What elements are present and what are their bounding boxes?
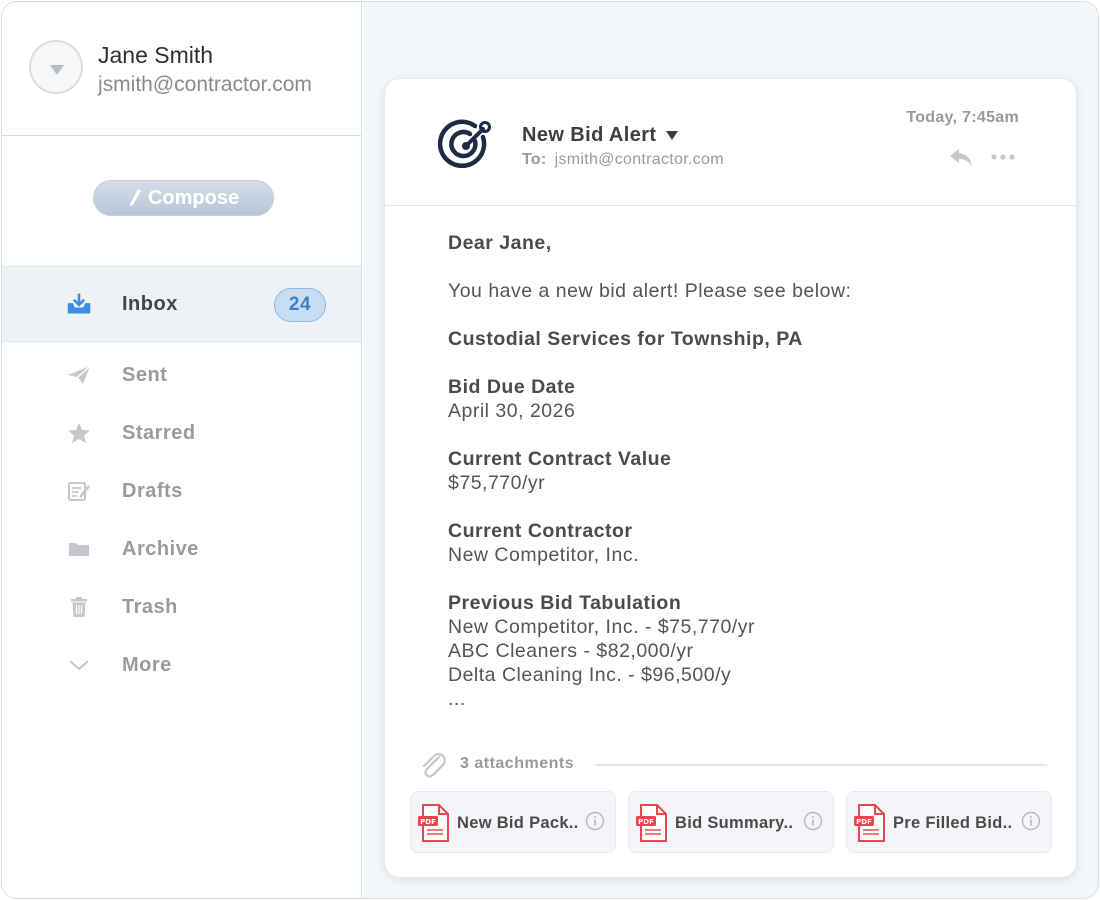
sidebar-nav: Inbox 24 Sent Starred Drafts Archive Tra… (2, 266, 361, 694)
avatar[interactable] (29, 40, 83, 94)
divider (595, 764, 1047, 766)
due-date-label: Bid Due Date (448, 376, 576, 398)
due-date-value: April 30, 2026 (448, 400, 576, 422)
more-options-icon[interactable] (990, 152, 1016, 162)
contract-value-label: Current Contract Value (448, 448, 672, 470)
main-pane: New Bid Alert To: jsmith@contractor.com T… (363, 2, 1098, 898)
reply-icon[interactable] (948, 147, 974, 169)
email-header: New Bid Alert To: jsmith@contractor.com T… (385, 79, 1076, 206)
pdf-file-icon: PDF (636, 804, 667, 842)
email-subject[interactable]: New Bid Alert (522, 124, 679, 147)
sidebar-item-drafts[interactable]: Drafts (2, 462, 361, 520)
info-icon[interactable] (1021, 811, 1041, 831)
radar-logo-icon (437, 119, 491, 169)
sidebar-item-label: Sent (122, 363, 168, 386)
sidebar-item-label: Drafts (122, 479, 183, 502)
email-timestamp: Today, 7:45am (906, 109, 1019, 126)
svg-text:PDF: PDF (638, 818, 654, 826)
recipient-email: jsmith@contractor.com (554, 151, 724, 168)
attachment-list: PDF New Bid Pack.. PDF Bid Summary.. PDF… (410, 791, 1060, 853)
mail-window: Jane Smith jsmith@contractor.com Compose… (1, 1, 1099, 899)
project-title: Custodial Services for Township, PA (448, 328, 803, 350)
pencil-icon (129, 189, 141, 206)
attachment-name: Pre Filled Bid.. (893, 814, 1013, 832)
contract-value: $75,770/yr (448, 472, 546, 494)
bid-tabulation-label: Previous Bid Tabulation (448, 592, 682, 614)
bid-tabulation-row: ABC Cleaners - $82,000/yr (448, 640, 694, 662)
svg-text:PDF: PDF (420, 818, 436, 826)
email-card: New Bid Alert To: jsmith@contractor.com T… (384, 78, 1077, 878)
paper-plane-icon (66, 363, 92, 387)
info-icon[interactable] (803, 811, 823, 831)
bid-tabulation-ellipsis: ... (448, 688, 466, 710)
caret-down-icon (666, 131, 679, 140)
paperclip-icon (422, 753, 446, 778)
sidebar-item-trash[interactable]: Trash (2, 578, 361, 636)
pdf-file-icon: PDF (854, 804, 885, 842)
sidebar-item-label: Starred (122, 421, 196, 444)
sidebar-item-sent[interactable]: Sent (2, 346, 361, 404)
inbox-download-icon (66, 292, 92, 316)
sidebar-item-label: Trash (122, 595, 178, 618)
pdf-file-icon: PDF (418, 804, 449, 842)
info-icon[interactable] (585, 811, 605, 831)
sidebar: Jane Smith jsmith@contractor.com Compose… (2, 2, 362, 898)
compose-label: Compose (147, 186, 240, 209)
subject-text: New Bid Alert (522, 124, 657, 146)
star-icon (66, 421, 92, 445)
sidebar-item-more[interactable]: More (2, 636, 361, 694)
attachment-name: New Bid Pack.. (457, 814, 579, 832)
chevron-down-icon (66, 653, 92, 677)
avatar-dropdown-icon (50, 65, 64, 75)
account-email: jsmith@contractor.com (98, 73, 312, 96)
sidebar-item-inbox[interactable]: Inbox 24 (2, 266, 361, 342)
trash-icon (66, 595, 92, 619)
account-header[interactable]: Jane Smith jsmith@contractor.com (2, 2, 361, 136)
sidebar-item-starred[interactable]: Starred (2, 404, 361, 462)
edit-note-icon (66, 479, 92, 503)
attachment-item[interactable]: PDF Pre Filled Bid.. (846, 791, 1052, 853)
sidebar-item-label: Inbox (122, 292, 178, 315)
bid-tabulation-row: Delta Cleaning Inc. - $96,500/y (448, 664, 732, 686)
sidebar-item-label: Archive (122, 537, 199, 560)
intro-text: You have a new bid alert! Please see bel… (448, 280, 852, 302)
contractor-value: New Competitor, Inc. (448, 544, 639, 566)
attachment-item[interactable]: PDF Bid Summary.. (628, 791, 834, 853)
sidebar-item-archive[interactable]: Archive (2, 520, 361, 578)
account-name: Jane Smith (98, 42, 214, 68)
to-label: To: (522, 151, 547, 168)
recipient-line: To: jsmith@contractor.com (522, 151, 724, 169)
greeting: Dear Jane, (448, 232, 552, 254)
attachment-name: Bid Summary.. (675, 814, 794, 832)
bid-tabulation-row: New Competitor, Inc. - $75,770/yr (448, 616, 755, 638)
attachment-item[interactable]: PDF New Bid Pack.. (410, 791, 616, 853)
email-body: Dear Jane, You have a new bid alert! Ple… (448, 231, 1048, 711)
unread-count-badge: 24 (274, 288, 326, 322)
attachments-header: 3 attachments (417, 750, 1047, 780)
svg-text:PDF: PDF (856, 818, 872, 826)
attachment-count: 3 attachments (460, 755, 575, 772)
compose-button[interactable]: Compose (93, 180, 274, 216)
folder-icon (66, 537, 92, 561)
contractor-label: Current Contractor (448, 520, 633, 542)
sidebar-item-label: More (122, 653, 172, 676)
